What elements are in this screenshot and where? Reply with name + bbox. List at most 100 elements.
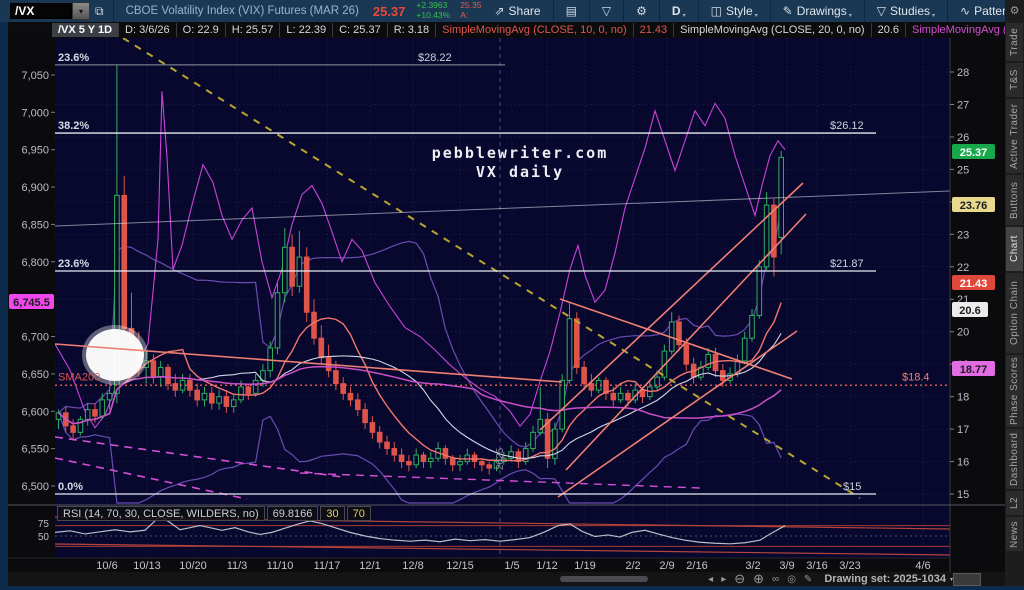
calendar-button[interactable]: ▤ (558, 0, 585, 22)
right-axis-tick: 18 (957, 392, 969, 404)
tab-buttons[interactable]: Buttons (1006, 175, 1023, 225)
link-icon[interactable]: ∞ (772, 574, 779, 585)
left-axis-tick: 6,900 (21, 182, 49, 194)
axis-bubble-text: 6,745.5 (13, 297, 50, 309)
right-axis-tick: 15 (957, 489, 969, 501)
candle-body (106, 392, 113, 401)
tab-trade[interactable]: Trade (1006, 23, 1023, 61)
tab-l2[interactable]: L2 (1006, 491, 1023, 515)
candle-body (625, 392, 631, 401)
symbol-input[interactable]: /VX (10, 3, 72, 19)
tab-phase-scores[interactable]: Phase Scores (1006, 355, 1023, 427)
share-icon: ⇗ (494, 4, 505, 18)
rsi-study-label[interactable]: RSI (14, 70, 30, CLOSE, WILDERS, no) (57, 506, 265, 521)
candle-body (194, 389, 200, 401)
candle-body (223, 396, 230, 407)
tab-ts[interactable]: T&S (1006, 63, 1023, 97)
time-axis-tick: 3/9 (779, 560, 794, 572)
time-axis-tick: 11/10 (267, 560, 294, 572)
zoom-in-icon[interactable]: ⊕ (753, 571, 764, 587)
time-axis-tick: 12/15 (446, 560, 474, 572)
candle-body (230, 399, 237, 407)
left-axis-tick: 7,000 (21, 107, 49, 119)
style-button[interactable]: ◫ Style ▾ (703, 0, 766, 22)
time-axis-tick: 3/23 (839, 560, 860, 572)
window-frame-bottom (0, 586, 1024, 590)
left-axis-tick: 6,800 (21, 257, 49, 269)
pan-left-icon[interactable]: ◂ (708, 574, 713, 585)
candle-body (442, 448, 449, 459)
tab-chart[interactable]: Chart (1006, 227, 1023, 271)
sma20-study-label[interactable]: SimpleMovingAvg (CLOSE, 20, 0, no) (674, 23, 872, 37)
time-axis-tick: 1/5 (504, 560, 519, 572)
right-sidebar: ⚙ Trade T&S Active Trader Buttons Chart … (1005, 0, 1024, 586)
left-axis-tick: 6,650 (21, 369, 49, 381)
candle-body (347, 392, 354, 401)
share-button[interactable]: ⇗ Share (486, 0, 548, 22)
tab-dashboard[interactable]: Dashboard (1006, 429, 1023, 489)
last-price: 25.37 (372, 3, 406, 19)
candle-body (311, 311, 317, 339)
sma200-price-label: $18.4 (902, 371, 930, 383)
candle-body (428, 457, 434, 463)
candle-body (157, 366, 164, 378)
chevron-down-icon: ▾ (682, 13, 686, 19)
analysis-tools-button[interactable]: ▽ (594, 0, 619, 22)
sma20-value: 20.6 (872, 23, 907, 37)
candle-body (376, 431, 383, 443)
time-axis-tick: 2/9 (659, 560, 674, 572)
drawings-button[interactable]: ✎ Drawings ▾ (775, 0, 860, 22)
flask-icon: ▽ (876, 4, 886, 18)
symbol-box[interactable]: /VX ▾ (10, 2, 90, 20)
high-value: H: 25.57 (226, 23, 281, 37)
pencil-icon[interactable]: ✎ (804, 574, 812, 585)
thinkorswim-window: 23.6% $28.22 38.2% $26.12 23.6% $21.87 0.0% $15… (0, 0, 1024, 590)
rsi-header: RSI (14, 70, 30, CLOSE, WILDERS, no) 69.… (57, 506, 371, 521)
candle-body (84, 409, 91, 420)
settings-button[interactable]: ⚙ (628, 0, 655, 22)
fib-price-label: $26.12 (830, 120, 864, 132)
left-axis-tick: 7,050 (21, 70, 49, 82)
timeframe-button[interactable]: D ▾ (664, 0, 694, 22)
tab-news[interactable]: News (1006, 517, 1023, 551)
rsi-tick-50: 50 (38, 532, 50, 543)
time-axis-tick: 2/16 (686, 560, 707, 572)
fib-price-label: $28.22 (418, 52, 452, 64)
candle-style-icon: ◫ (710, 4, 722, 18)
horizontal-scrollbar[interactable] (560, 576, 648, 582)
sma10-study-label[interactable]: SimpleMovingAvg (CLOSE, 10, 0, no) (436, 23, 634, 37)
bottom-right-button[interactable] (953, 572, 981, 586)
candle-body (274, 292, 281, 349)
studies-button[interactable]: ▽ Studies ▾ (869, 0, 943, 22)
time-axis-tick: 12/8 (402, 560, 423, 572)
candle-body (749, 314, 755, 339)
tab-option-chain[interactable]: Option Chain (1006, 273, 1023, 353)
candle-body (530, 431, 536, 450)
crosshair-icon[interactable]: ◎ (787, 574, 796, 585)
candle-body (92, 409, 98, 417)
sidebar-gear-icon[interactable]: ⚙ (1010, 4, 1020, 17)
axis-bubble-text: 18.77 (960, 364, 988, 376)
date-value: D: 3/6/26 (119, 23, 177, 37)
year-label: 2025 (495, 447, 506, 470)
symbol-dropdown-button[interactable]: ▾ (72, 2, 90, 20)
chevron-down-icon: ▾ (848, 13, 852, 19)
tab-active-trader[interactable]: Active Trader (1006, 99, 1023, 173)
left-axis-tick: 6,600 (21, 406, 49, 418)
detach-icon[interactable]: ⧉ (95, 4, 104, 19)
rsi-tick-75: 75 (38, 519, 50, 530)
time-axis-tick: 12/1 (359, 560, 380, 572)
candle-body (413, 454, 419, 466)
pan-right-icon[interactable]: ▸ (721, 574, 726, 585)
fib-price-label: $21.87 (830, 258, 864, 270)
time-axis-tick: 10/20 (179, 560, 207, 572)
zoom-out-icon[interactable]: ⊖ (734, 571, 745, 587)
candle-body (581, 366, 587, 385)
drawing-set-label[interactable]: Drawing set: 2025-1034 (824, 573, 946, 585)
symbol-timeframe-chip[interactable]: /VX 5 Y 1D (52, 23, 120, 37)
chart-canvas[interactable]: 23.6% $28.22 38.2% $26.12 23.6% $21.87 0.0% $15… (0, 0, 1005, 590)
axis-bubble-text: 25.37 (960, 147, 988, 159)
time-axis-tick: 11/3 (227, 560, 248, 572)
right-axis-tick: 16 (957, 457, 969, 469)
flask-icon: ▽ (601, 4, 612, 18)
